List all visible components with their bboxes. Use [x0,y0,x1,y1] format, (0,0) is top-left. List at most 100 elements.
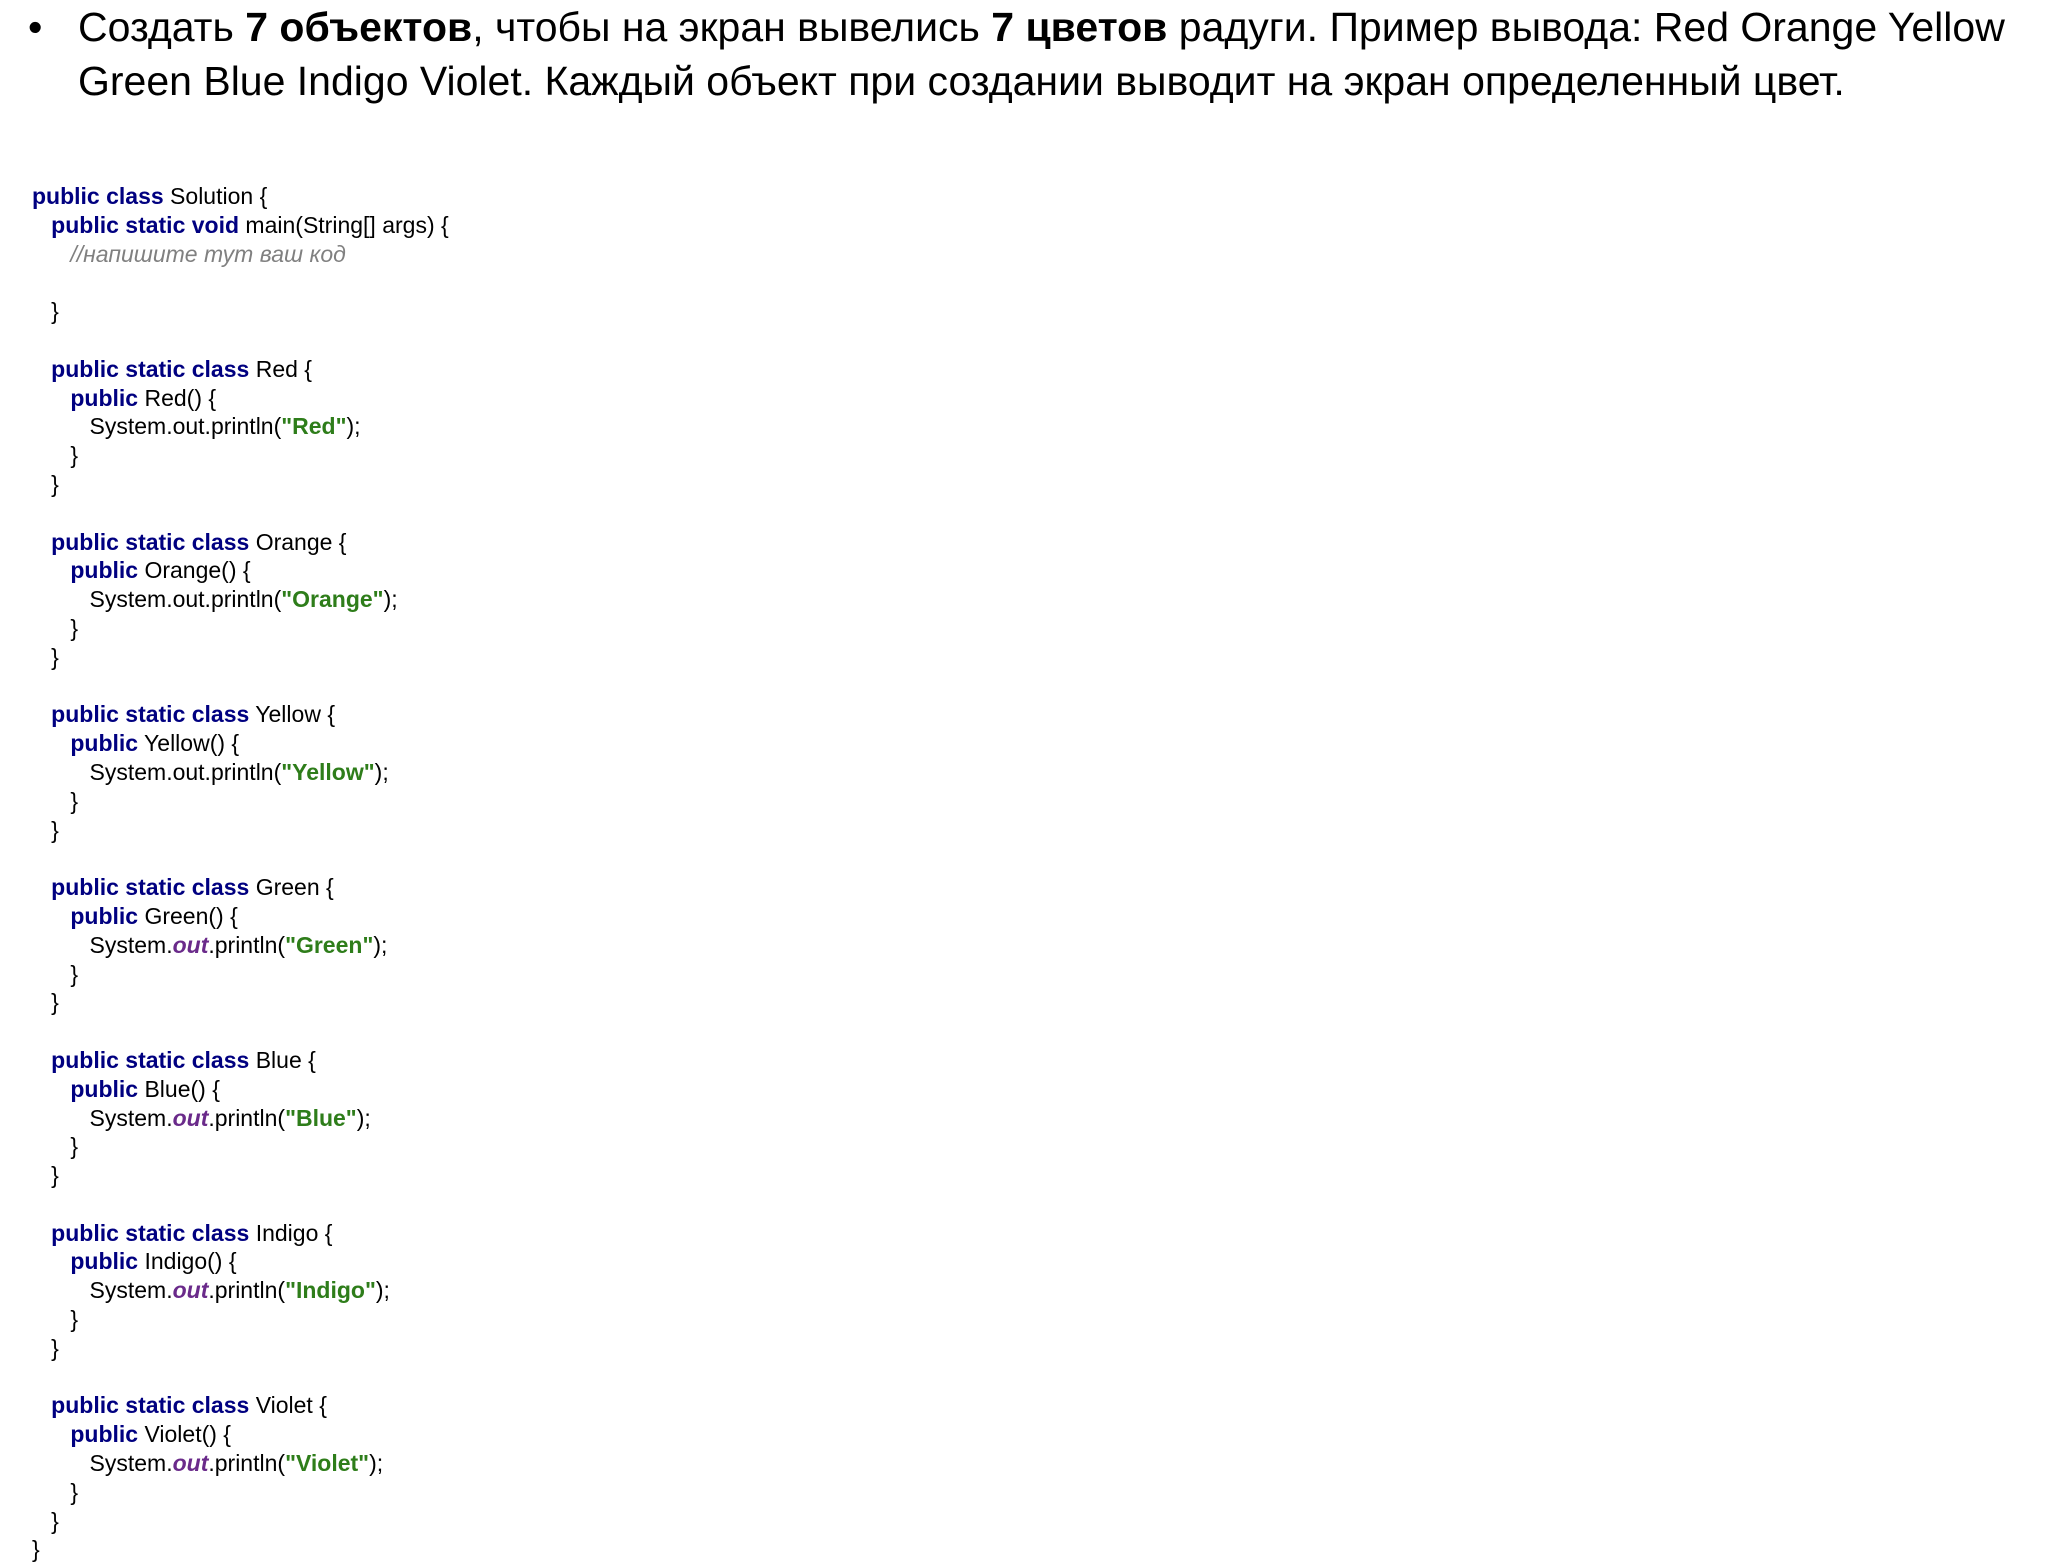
code-text: ); [369,1450,384,1477]
code-line: public class Solution { [32,182,1932,211]
code-string: "Violet" [285,1450,370,1477]
code-block: public class Solution { public static vo… [32,182,1932,1564]
code-keyword: public static class [51,701,250,728]
code-keyword: public static class [51,355,250,382]
code-text: System. [32,1277,173,1304]
code-text: } [32,1133,79,1160]
code-line: } [32,1161,1932,1190]
code-text: } [32,960,79,987]
code-line: public static class Blue { [32,1046,1932,1075]
code-string: "Green" [285,931,374,958]
code-text: .println( [208,1450,286,1477]
code-line: public static class Orange { [32,528,1932,557]
task-text-part-1: Создать [78,4,246,50]
code-text: } [32,614,79,641]
code-line: System.out.println("Red"); [32,412,1932,441]
code-text: } [32,1478,79,1505]
code-text: Indigo() { [138,1248,237,1275]
code-line: } [32,297,1932,326]
code-text: } [32,298,59,325]
code-text: } [32,1334,59,1361]
task-text-part-2: , чтобы на экран вывелись [472,4,992,50]
code-line: public Indigo() { [32,1247,1932,1276]
code-text: Violet { [249,1392,327,1419]
code-line: } [32,960,1932,989]
code-text: } [32,989,59,1016]
code-line: } [32,470,1932,499]
code-keyword: public static class [51,1046,250,1073]
code-line: System.out.println("Yellow"); [32,758,1932,787]
code-line: } [32,816,1932,845]
code-text: } [32,1507,59,1534]
code-line: } [32,1132,1932,1161]
code-comment: //напишите тут ваш код [70,240,346,267]
code-text: System.out.println( [32,586,282,613]
code-line: public Green() { [32,902,1932,931]
code-keyword: public [70,902,139,929]
code-text: ); [356,1104,371,1131]
code-field: out [172,1277,209,1304]
code-keyword: public [70,1421,139,1448]
code-line: public static class Red { [32,355,1932,384]
code-text: System.out.println( [32,413,282,440]
code-line: } [32,1334,1932,1363]
code-text: .println( [208,931,286,958]
code-line: public static void main(String[] args) { [32,211,1932,240]
code-text: } [32,816,59,843]
code-keyword: public [70,557,139,584]
code-text: Orange { [249,528,347,555]
code-text: Red { [249,355,312,382]
code-line: System.out.println("Green"); [32,931,1932,960]
bullet-icon: • [28,4,43,50]
code-text: ); [373,931,388,958]
code-text: Orange() { [138,557,251,584]
code-text: Red() { [138,384,217,411]
code-field: out [172,1104,209,1131]
code-text: Violet() { [138,1421,231,1448]
code-line: public Red() { [32,384,1932,413]
code-text: .println( [208,1277,286,1304]
code-text: } [32,787,79,814]
code-keyword: public static class [51,1392,250,1419]
code-text: Yellow { [249,701,336,728]
code-text: Blue() { [138,1075,220,1102]
code-text: System.out.println( [32,758,282,785]
code-line: } [32,1478,1932,1507]
code-line: } [32,988,1932,1017]
code-text: ); [346,413,361,440]
code-keyword: public [70,730,139,757]
code-string: "Blue" [285,1104,357,1131]
code-line: System.out.println("Orange"); [32,585,1932,614]
code-text: Green() { [138,902,238,929]
code-line: public Violet() { [32,1420,1932,1449]
code-line: public Blue() { [32,1075,1932,1104]
code-line: System.out.println("Indigo"); [32,1276,1932,1305]
code-text: } [32,1536,40,1563]
code-line: System.out.println("Blue"); [32,1104,1932,1133]
task-description: • Создать 7 объектов, чтобы на экран выв… [28,0,2048,108]
code-field: out [172,1450,209,1477]
code-text: } [32,470,59,497]
code-keyword: public static void [51,211,240,238]
task-bold-colors: 7 цветов [991,4,1168,50]
code-text: } [32,442,79,469]
code-keyword: public static class [51,528,250,555]
code-text: System. [32,931,173,958]
code-line: //напишите тут ваш код [32,240,1932,269]
